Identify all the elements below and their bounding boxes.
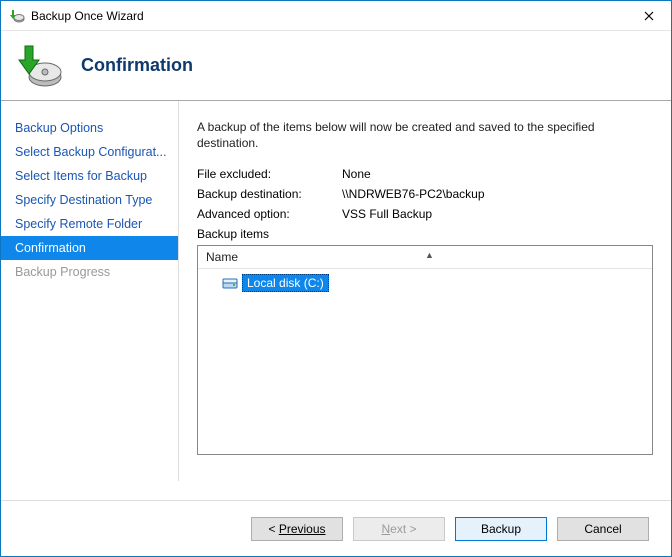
file-excluded-label: File excluded:	[197, 167, 342, 181]
column-name-text: Name	[206, 250, 238, 264]
sort-ascending-icon: ▲	[425, 250, 434, 260]
backup-items-list[interactable]: Name ▲ Local disk (C:)	[197, 245, 653, 455]
list-item[interactable]: Local disk (C:)	[204, 273, 646, 293]
list-item-label: Local disk (C:)	[242, 274, 329, 292]
page-title: Confirmation	[81, 55, 193, 76]
wizard-header-icon	[15, 42, 63, 90]
backup-button[interactable]: Backup	[455, 517, 547, 541]
wizard-header: Confirmation	[1, 31, 671, 101]
wizard-content: A backup of the items below will now be …	[179, 101, 671, 481]
previous-button[interactable]: < Previous	[251, 517, 343, 541]
hard-disk-icon	[222, 275, 240, 291]
step-destination-type[interactable]: Specify Destination Type	[1, 188, 178, 212]
destination-label: Backup destination:	[197, 187, 342, 201]
cancel-button[interactable]: Cancel	[557, 517, 649, 541]
step-confirmation[interactable]: Confirmation	[1, 236, 178, 260]
titlebar: Backup Once Wizard	[1, 1, 671, 31]
wizard-footer: < Previous Next > Backup Cancel	[1, 500, 671, 556]
app-icon	[9, 8, 25, 24]
advanced-label: Advanced option:	[197, 207, 342, 221]
row-advanced: Advanced option: VSS Full Backup	[197, 207, 653, 221]
step-backup-progress: Backup Progress	[1, 260, 178, 284]
wizard-body: Backup Options Select Backup Configurat.…	[1, 101, 671, 481]
window-title: Backup Once Wizard	[31, 9, 626, 23]
wizard-steps: Backup Options Select Backup Configurat.…	[1, 101, 179, 481]
advanced-value: VSS Full Backup	[342, 207, 653, 221]
next-text: Next	[381, 522, 406, 536]
row-destination: Backup destination: \\NDRWEB76-PC2\backu…	[197, 187, 653, 201]
backup-items-label: Backup items	[197, 227, 653, 241]
step-backup-options[interactable]: Backup Options	[1, 116, 178, 140]
previous-text: Previous	[279, 522, 326, 536]
window-close-button[interactable]	[626, 1, 671, 30]
destination-value: \\NDRWEB76-PC2\backup	[342, 187, 653, 201]
row-file-excluded: File excluded: None	[197, 167, 653, 181]
step-select-items[interactable]: Select Items for Backup	[1, 164, 178, 188]
intro-text: A backup of the items below will now be …	[197, 119, 653, 151]
column-header-name[interactable]: Name ▲	[198, 246, 652, 269]
step-select-backup-config[interactable]: Select Backup Configurat...	[1, 140, 178, 164]
file-excluded-value: None	[342, 167, 653, 181]
step-remote-folder[interactable]: Specify Remote Folder	[1, 212, 178, 236]
next-button: Next >	[353, 517, 445, 541]
items-body: Local disk (C:)	[198, 269, 652, 297]
